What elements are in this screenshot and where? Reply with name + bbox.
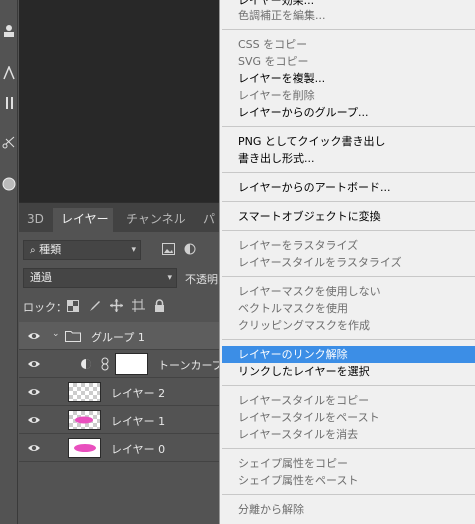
layer-row-1[interactable]: レイヤー 1	[19, 406, 219, 434]
menu-item-quick-export-png[interactable]: PNG としてクイック書き出し	[220, 133, 475, 150]
tab-paths[interactable]: パ	[203, 208, 219, 233]
lock-artboard-icon[interactable]	[132, 299, 145, 315]
tools-toolbar	[0, 0, 18, 524]
menu-item-select-linked-layers[interactable]: リンクしたレイヤーを選択	[220, 363, 475, 380]
visibility-eye-icon[interactable]	[27, 357, 41, 371]
layer-thumbnail[interactable]	[68, 410, 101, 430]
layer-context-menu: レイヤー効果... 色調補正を編集... CSS をコピー SVG をコピー レ…	[219, 0, 475, 524]
menu-item-group-from-layers[interactable]: レイヤーからのグループ...	[220, 104, 475, 121]
layer-name: グループ 1	[91, 331, 145, 344]
layer-name: トーンカーブ	[158, 359, 223, 372]
path-select-tool-icon[interactable]	[1, 96, 17, 112]
menu-item-enable-vector-mask[interactable]: ベクトルマスクを使用	[220, 300, 475, 317]
layer-thumbnail[interactable]	[68, 382, 101, 402]
menu-item-unlink-layers[interactable]: レイヤーのリンク解除	[222, 346, 475, 363]
menu-item-artboard-from-layers[interactable]: レイヤーからのアートボード...	[220, 179, 475, 196]
layer-row-group[interactable]: ⌄ グループ 1	[19, 322, 219, 350]
layer-filter-dropdown[interactable]: ⌕ 種類 ▾	[23, 240, 141, 260]
adjustment-layer-icon	[81, 359, 91, 369]
menu-item-duplicate-layer[interactable]: レイヤーを複製...	[220, 70, 475, 87]
menu-separator	[222, 276, 475, 277]
adjustment-filter-icon[interactable]	[184, 243, 196, 258]
opacity-label: 不透明	[185, 273, 218, 286]
folder-icon	[65, 331, 81, 342]
lock-image-pixels-icon[interactable]	[89, 300, 101, 315]
scissors-tool-icon[interactable]	[1, 135, 17, 151]
filter-label: 種類	[39, 243, 62, 256]
menu-item-copy-svg[interactable]: SVG をコピー	[220, 53, 475, 70]
tab-layers[interactable]: レイヤー	[53, 208, 113, 233]
ellipse-tool-icon[interactable]	[1, 177, 17, 193]
menu-separator	[222, 339, 475, 340]
menu-item-disable-layer-mask[interactable]: レイヤーマスクを使用しない	[220, 283, 475, 300]
lock-transparency-icon[interactable]	[67, 300, 79, 315]
layer-row-0[interactable]: レイヤー 0	[19, 434, 219, 462]
panel-tab-bar: 3D レイヤー チャンネル パ	[19, 202, 219, 233]
layer-art-image	[74, 444, 96, 452]
visibility-eye-icon[interactable]	[27, 413, 41, 427]
chevron-down-icon: ▾	[131, 245, 136, 255]
menu-item-paste-shape-attributes[interactable]: シェイプ属性をペースト	[220, 472, 475, 489]
menu-separator	[222, 29, 475, 30]
menu-separator	[222, 494, 475, 495]
menu-item-copy-shape-attributes[interactable]: シェイプ属性をコピー	[220, 455, 475, 472]
menu-item-rasterize-layer[interactable]: レイヤーをラスタライズ	[220, 237, 475, 254]
menu-item-convert-smart-object[interactable]: スマートオブジェクトに変換	[220, 208, 475, 225]
blend-mode-dropdown[interactable]: 通過 ▾	[23, 268, 177, 288]
type-tool-icon[interactable]	[1, 65, 17, 82]
menu-item-create-clipping-mask[interactable]: クリッピングマスクを作成	[220, 317, 475, 334]
layer-thumbnail[interactable]	[68, 438, 101, 458]
menu-separator	[222, 201, 475, 202]
menu-item-release-from-isolation[interactable]: 分離から解除	[220, 501, 475, 518]
visibility-eye-icon[interactable]	[27, 385, 41, 399]
menu-item-delete-layer[interactable]: レイヤーを削除	[220, 87, 475, 104]
lock-position-icon[interactable]	[110, 299, 123, 315]
layer-row-curves[interactable]: トーンカーブ	[19, 350, 223, 378]
layer-art-image	[75, 416, 93, 424]
visibility-eye-icon[interactable]	[27, 441, 41, 455]
menu-item-clear-layer-style[interactable]: レイヤースタイルを消去	[220, 426, 475, 443]
menu-separator	[222, 385, 475, 386]
menu-item-copy-layer-style[interactable]: レイヤースタイルをコピー	[220, 392, 475, 409]
link-icon[interactable]	[101, 357, 109, 371]
menu-item-copy-css[interactable]: CSS をコピー	[220, 36, 475, 53]
chevron-down-icon[interactable]: ⌄	[52, 329, 60, 339]
menu-separator	[222, 172, 475, 173]
pixel-filter-icon[interactable]	[162, 243, 175, 258]
blend-mode-value: 通過	[30, 271, 52, 284]
chevron-down-icon: ▾	[167, 273, 172, 283]
tab-channels[interactable]: チャンネル	[120, 208, 198, 233]
menu-separator	[222, 230, 475, 231]
layer-name: レイヤー 0	[111, 443, 166, 456]
tab-3d[interactable]: 3D	[23, 208, 49, 233]
menu-item-edit-adjustment[interactable]: 色調補正を編集...	[220, 7, 475, 24]
document-canvas[interactable]	[19, 0, 219, 202]
menu-separator	[222, 448, 475, 449]
menu-item-export-as[interactable]: 書き出し形式...	[220, 150, 475, 167]
layer-row-2[interactable]: レイヤー 2	[19, 378, 219, 406]
layer-name: レイヤー 2	[111, 387, 166, 400]
layer-name: レイヤー 1	[111, 415, 166, 428]
person-tool-icon[interactable]	[1, 24, 17, 40]
menu-item-paste-layer-style[interactable]: レイヤースタイルをペースト	[220, 409, 475, 426]
visibility-eye-icon[interactable]	[27, 329, 41, 343]
menu-item-rasterize-layer-style[interactable]: レイヤースタイルをラスタライズ	[220, 254, 475, 271]
lock-all-icon[interactable]	[154, 299, 165, 315]
menu-separator	[222, 126, 475, 127]
layer-mask-thumbnail[interactable]	[115, 353, 148, 375]
search-icon: ⌕	[30, 245, 36, 256]
lock-label: ロック：	[23, 301, 67, 314]
layers-panel: 3D レイヤー チャンネル パ ⌕ 種類 ▾ 通過 ▾ 不透明 ロック： ⌄ グ…	[19, 202, 223, 524]
